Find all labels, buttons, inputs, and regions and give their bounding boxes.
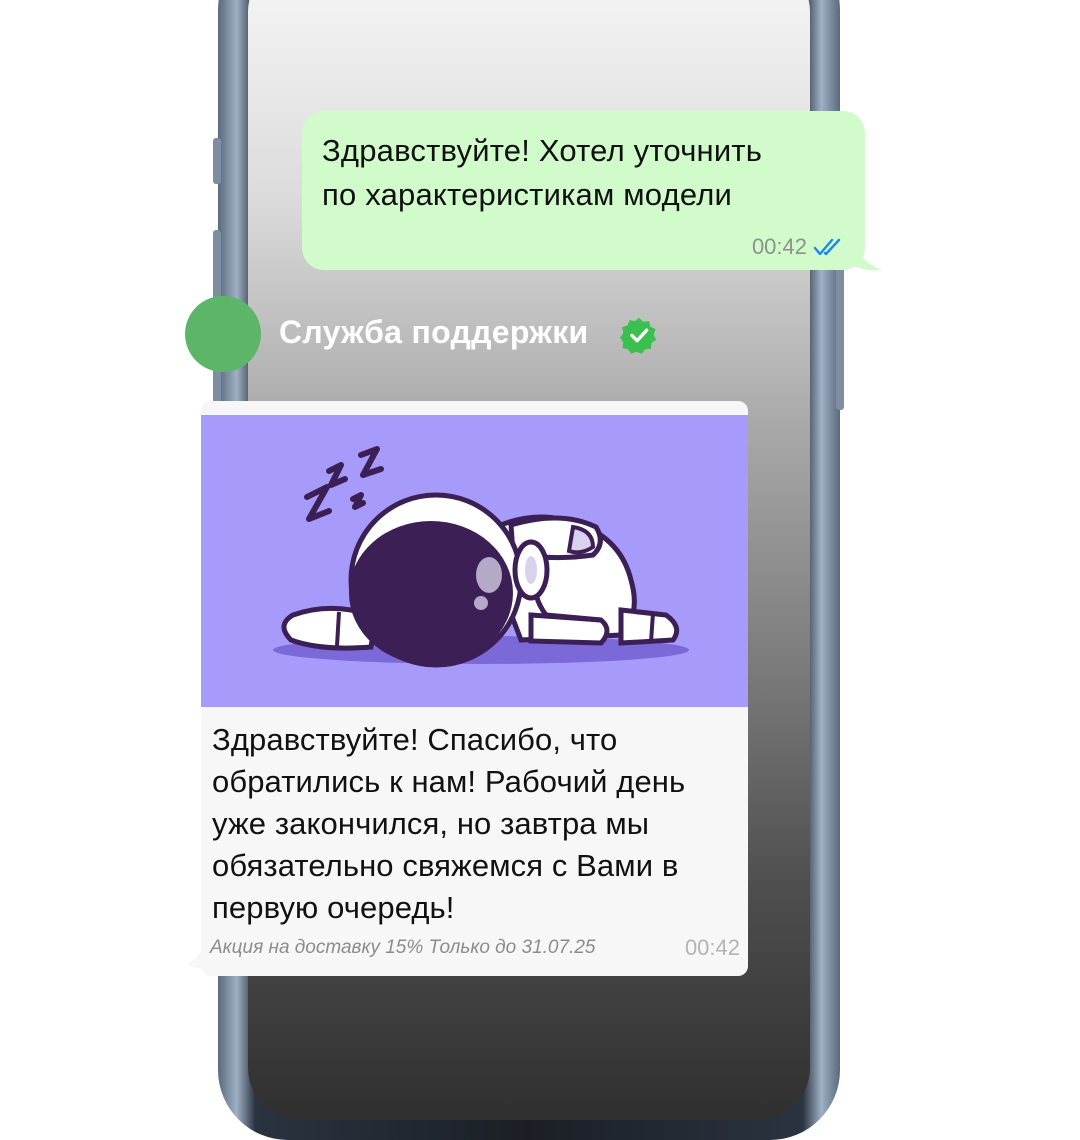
outgoing-message-text: Здравствуйте! Хотел уточнить по характер… — [322, 129, 825, 217]
incoming-message-line: обязательно свяжемся с Вами в — [212, 848, 679, 883]
double-check-read-icon — [813, 238, 841, 256]
incoming-message-bubble[interactable]: Здравствуйте! Спасибо, что обратились к … — [201, 401, 748, 976]
incoming-message-time: 00:42 — [684, 935, 740, 960]
verified-badge-icon — [620, 317, 657, 354]
sleeping-astronaut-illustration — [273, 446, 689, 668]
avatar[interactable] — [185, 296, 261, 372]
promo-caption: Акция на доставку 15% Только до 31.07.25 — [210, 937, 596, 958]
incoming-message-line: первую очередь! — [212, 890, 455, 925]
sender-name[interactable]: Служба поддержки — [279, 314, 589, 351]
incoming-message-text: Здравствуйте! Спасибо, что обратились к … — [212, 719, 737, 929]
phone-power-button — [836, 250, 844, 410]
incoming-message-line: уже закончился, но завтра мы — [212, 806, 650, 841]
outgoing-message-time: 00:42 — [751, 234, 807, 259]
outgoing-message-bubble[interactable]: Здравствуйте! Хотел уточнить по характер… — [302, 111, 865, 270]
incoming-message-line: Здравствуйте! Спасибо, что — [212, 722, 618, 757]
outgoing-message-line: по характеристикам модели — [322, 177, 733, 212]
incoming-message-footer: Акция на доставку 15% Только до 31.07.25… — [210, 935, 740, 961]
sleeping-astronaut-sticker[interactable] — [201, 415, 748, 707]
outgoing-message-meta: 00:42 — [752, 234, 845, 260]
outgoing-message-line: Здравствуйте! Хотел уточнить — [322, 133, 763, 168]
phone-side-button — [213, 138, 221, 184]
incoming-message-line: обратились к нам! Рабочий день — [212, 764, 686, 799]
